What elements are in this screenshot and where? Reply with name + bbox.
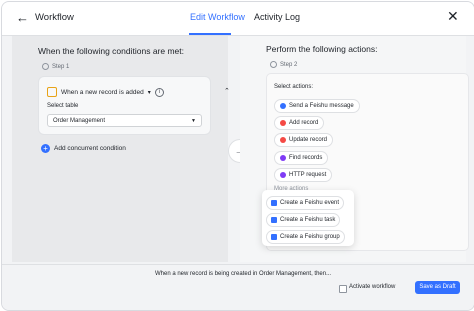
editor-area: When the following conditions are met: S…	[12, 36, 469, 262]
conditions-title: When the following conditions are met:	[38, 46, 184, 56]
action-http-request[interactable]: HTTP request	[274, 168, 333, 182]
action-add-record[interactable]: Add record	[274, 116, 325, 130]
select-table-label: Select table	[47, 103, 79, 109]
popup-item-label: Create a Feishu group	[280, 234, 340, 240]
close-icon[interactable]: ✕	[447, 8, 461, 24]
action-label: Update record	[289, 137, 328, 143]
action-create-feishu-event[interactable]: Create a Feishu event	[266, 196, 345, 210]
active-tab-indicator	[189, 33, 231, 35]
action-label: Find records	[289, 155, 323, 161]
step-2-indicator: Step 2	[270, 61, 297, 68]
trigger-label: When a new record is added	[61, 88, 144, 96]
chevron-up-icon[interactable]: ⌃	[224, 87, 230, 95]
dropdown-arrow-icon: ▼	[191, 118, 196, 124]
popup-item-label: Create a Feishu event	[280, 200, 340, 206]
action-create-feishu-group[interactable]: Create a Feishu group	[266, 230, 345, 244]
http-icon	[280, 172, 286, 178]
info-icon[interactable]: i	[154, 87, 164, 97]
step-1-label: Step 1	[52, 63, 70, 70]
step-2-label: Step 2	[280, 61, 298, 68]
add-record-icon	[280, 120, 286, 126]
caret-down-icon: ▾	[147, 89, 151, 96]
search-icon	[280, 155, 286, 161]
workflow-summary: When a new record is being created in Or…	[155, 271, 332, 277]
trigger-card: When a new record is added ▾ i ⌃ Select …	[38, 76, 230, 135]
table-select[interactable]: Order Management ▼	[47, 114, 202, 127]
task-check-icon	[271, 217, 277, 223]
popup-item-label: Create a Feishu task	[280, 217, 336, 223]
action-label: HTTP request	[289, 172, 327, 178]
workflow-window: ← Workflow Edit Workflow Activity Log ✕ …	[1, 1, 474, 311]
plus-icon: +	[41, 144, 50, 153]
select-actions-label: Select actions:	[274, 84, 314, 90]
activate-workflow-label[interactable]: Activate workflow	[349, 284, 395, 290]
step-dot-icon	[42, 63, 49, 70]
trigger-selector[interactable]: When a new record is added ▾ i	[47, 87, 164, 97]
tab-activity-log[interactable]: Activity Log	[254, 12, 300, 22]
group-icon	[271, 234, 277, 240]
save-as-draft-button[interactable]: Save as Draft	[415, 281, 460, 294]
page-title: Workflow	[35, 12, 74, 23]
calendar-icon	[271, 200, 277, 206]
conditions-panel: When the following conditions are met: S…	[12, 36, 230, 262]
back-arrow-icon[interactable]: ←	[16, 11, 30, 25]
action-label: Add record	[289, 120, 319, 126]
add-condition-label: Add concurrent condition	[54, 145, 126, 152]
add-concurrent-condition-button[interactable]: + Add concurrent condition	[41, 144, 126, 153]
top-bar: ← Workflow Edit Workflow Activity Log ✕	[2, 2, 474, 36]
activate-workflow-checkbox[interactable]	[339, 285, 347, 293]
action-send-feishu-message[interactable]: Send a Feishu message	[274, 99, 360, 113]
message-icon	[280, 103, 286, 109]
table-icon	[47, 87, 57, 97]
tab-edit-workflow[interactable]: Edit Workflow	[190, 12, 245, 22]
action-find-records[interactable]: Find records	[274, 151, 329, 165]
step-1-indicator: Step 1	[42, 63, 69, 70]
step-dot-icon	[270, 61, 277, 68]
table-select-value: Order Management	[53, 118, 106, 124]
footer-bar: When a new record is being created in Or…	[2, 264, 474, 310]
action-update-record[interactable]: Update record	[274, 133, 334, 147]
more-actions-popup: Create a Feishu event Create a Feishu ta…	[262, 190, 354, 246]
actions-title: Perform the following actions:	[266, 44, 378, 54]
action-label: Send a Feishu message	[289, 103, 354, 109]
action-create-feishu-task[interactable]: Create a Feishu task	[266, 213, 341, 227]
update-record-icon	[280, 137, 286, 143]
